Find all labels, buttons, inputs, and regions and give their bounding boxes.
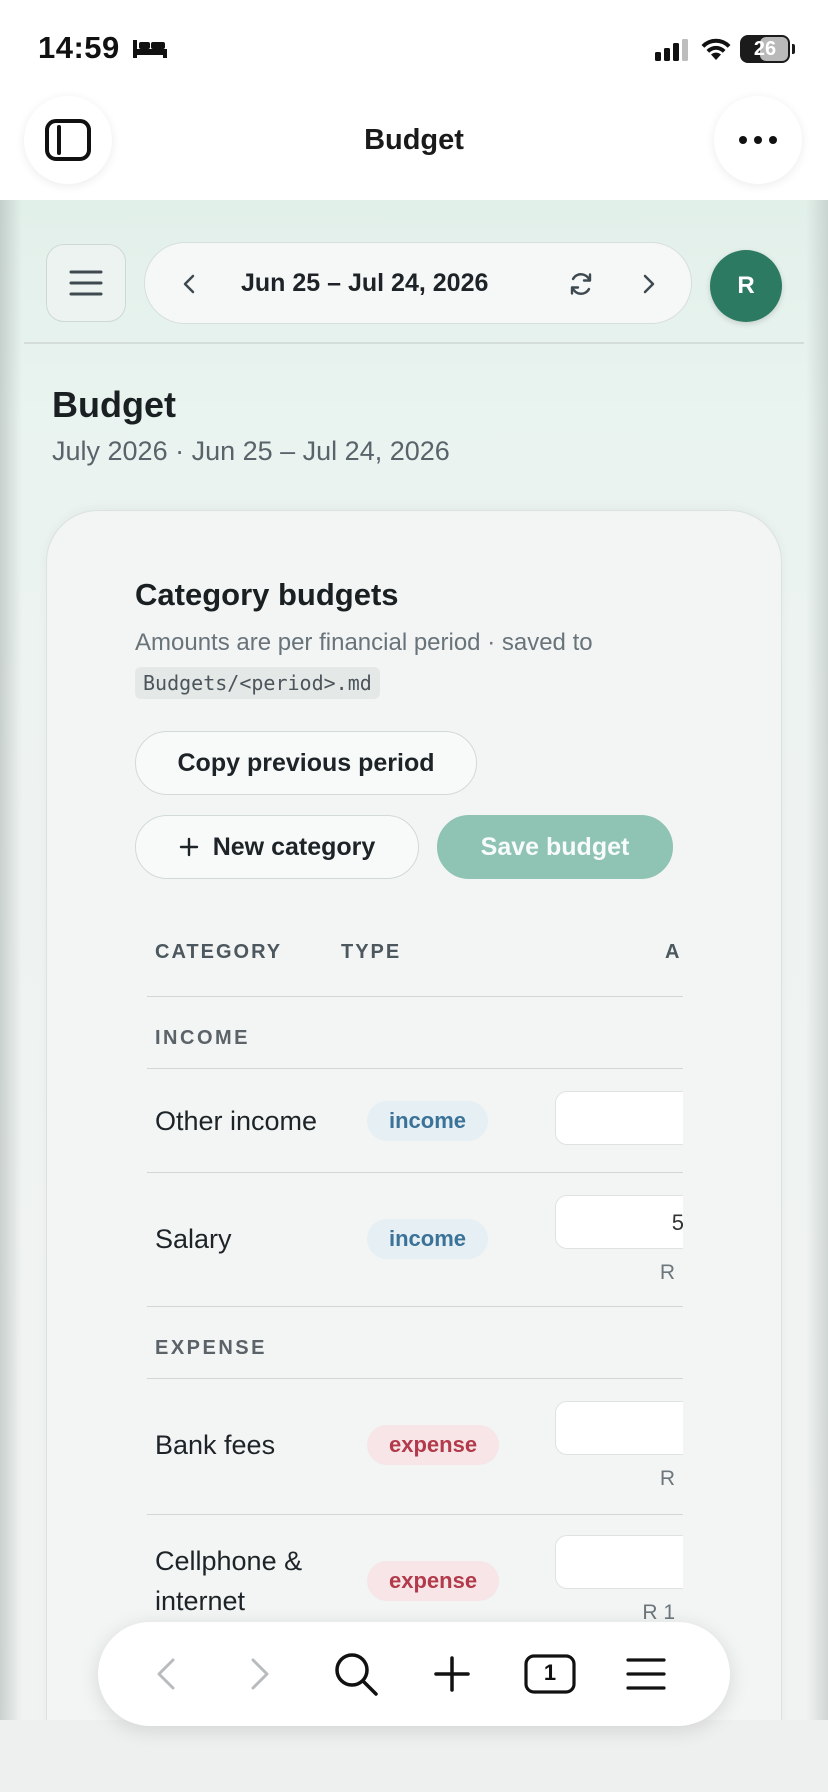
type-badge: income xyxy=(367,1101,489,1141)
table-row: Bank fees expense R xyxy=(147,1379,683,1515)
hamburger-icon xyxy=(626,1658,666,1690)
group-header-income: INCOME xyxy=(147,997,683,1069)
refresh-period-button[interactable] xyxy=(563,265,599,303)
group-label: INCOME xyxy=(155,1027,250,1049)
period-selector: Jun 25 – Jul 24, 2026 xyxy=(144,242,692,324)
avatar[interactable]: R xyxy=(710,250,782,322)
table-row: Salary income 5 R xyxy=(147,1173,683,1307)
category-name: Bank fees xyxy=(155,1430,276,1460)
plus-icon xyxy=(179,837,198,857)
back-button[interactable] xyxy=(140,1648,192,1700)
tabs-button[interactable]: 1 xyxy=(524,1648,576,1700)
budget-file-path: Budgets/<period>.md xyxy=(135,667,380,699)
column-header-category[interactable]: CATEGORY xyxy=(155,941,282,964)
browser-title-bar: Budget xyxy=(0,96,828,200)
previous-period-button[interactable] xyxy=(173,267,205,301)
group-label: EXPENSE xyxy=(155,1337,267,1359)
card-description: Amounts are per financial period · saved… xyxy=(135,629,593,656)
chevron-right-icon xyxy=(643,274,655,294)
amount-input[interactable] xyxy=(555,1401,683,1455)
battery-icon: 26 xyxy=(740,35,795,63)
status-bar: 14:59 26 xyxy=(0,0,828,96)
category-name: Cellphone & internet xyxy=(155,1546,303,1616)
type-badge: expense xyxy=(367,1561,500,1601)
page-title: Budget xyxy=(52,384,176,425)
browser-toolbar: 1 xyxy=(98,1622,730,1726)
bottom-safe-area xyxy=(0,1720,828,1792)
type-badge: expense xyxy=(367,1425,500,1465)
table-row: Other income income xyxy=(147,1069,683,1173)
column-header-amount[interactable]: A xyxy=(665,941,681,964)
table-header: CATEGORY TYPE A xyxy=(147,909,683,997)
column-header-type[interactable]: TYPE xyxy=(341,941,401,964)
group-header-expense: EXPENSE xyxy=(147,1307,683,1379)
bed-icon xyxy=(133,40,167,58)
search-icon xyxy=(335,1653,378,1696)
amount-note: R xyxy=(659,1467,675,1490)
forward-icon xyxy=(251,1658,269,1690)
new-tab-button[interactable] xyxy=(426,1648,478,1700)
next-period-button[interactable] xyxy=(633,267,665,301)
more-icon xyxy=(739,136,777,144)
more-options-button[interactable] xyxy=(714,96,802,184)
copy-previous-period-button[interactable]: Copy previous period xyxy=(135,731,477,795)
type-badge: income xyxy=(367,1219,489,1259)
amount-input[interactable]: 5 xyxy=(555,1195,683,1249)
browser-page-title: Budget xyxy=(364,124,464,156)
chevron-left-icon xyxy=(183,274,195,294)
new-category-button[interactable]: New category xyxy=(135,815,419,879)
save-budget-button[interactable]: Save budget xyxy=(437,815,673,879)
card-title: Category budgets xyxy=(135,577,399,612)
app-menu-button[interactable] xyxy=(46,244,126,322)
new-category-label: New category xyxy=(212,832,376,861)
status-time: 14:59 xyxy=(38,30,120,65)
plus-icon xyxy=(434,1656,470,1692)
web-content: Jun 25 – Jul 24, 2026 R Budget July 2026… xyxy=(0,200,828,1720)
category-name: Salary xyxy=(155,1224,232,1254)
amount-note: R xyxy=(659,1261,675,1284)
tab-count: 1 xyxy=(543,1660,557,1685)
amount-input[interactable] xyxy=(555,1091,683,1145)
refresh-icon xyxy=(570,273,592,295)
amount-input[interactable] xyxy=(555,1535,683,1589)
category-name: Other income xyxy=(155,1106,318,1136)
wifi-icon xyxy=(701,38,731,60)
period-label[interactable]: Jun 25 – Jul 24, 2026 xyxy=(241,269,488,298)
back-icon xyxy=(157,1658,175,1690)
forward-button[interactable] xyxy=(234,1648,286,1700)
search-button[interactable] xyxy=(330,1648,382,1700)
budget-table: CATEGORY TYPE A INCOME Other income inco… xyxy=(147,909,683,1655)
menu-icon xyxy=(69,270,103,296)
page-subtitle: July 2026 · Jun 25 – Jul 24, 2026 xyxy=(52,436,450,466)
header-divider xyxy=(24,342,804,344)
signal-icon xyxy=(655,39,688,61)
browser-menu-button[interactable] xyxy=(620,1648,672,1700)
category-budgets-card: Category budgets Amounts are per financi… xyxy=(46,510,782,1720)
